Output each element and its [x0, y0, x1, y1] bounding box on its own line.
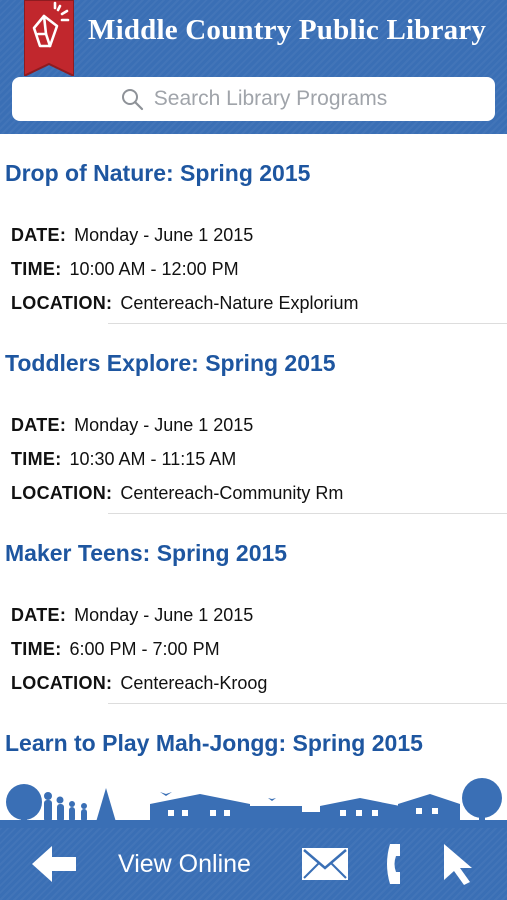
- program-title[interactable]: Toddlers Explore: Spring 2015: [5, 350, 336, 377]
- location-value: Centereach-Community Rm: [120, 483, 344, 503]
- program-title[interactable]: Maker Teens: Spring 2015: [5, 540, 287, 567]
- time-value: 10:30 AM - 11:15 AM: [69, 449, 237, 469]
- location-value: Centereach-Kroog: [120, 673, 268, 693]
- search-icon: [121, 89, 143, 111]
- program-title[interactable]: Learn to Play Mah-Jongg: Spring 2015: [5, 730, 423, 757]
- program-location-row: LOCATION: Centereach-Community Rm: [11, 483, 343, 504]
- back-arrow-icon[interactable]: [30, 844, 78, 884]
- program-date-row: DATE: Monday - June 1 2015: [11, 415, 253, 436]
- location-label: LOCATION:: [11, 673, 113, 693]
- pointer-icon[interactable]: [440, 842, 476, 886]
- bottom-toolbar: View Online: [0, 828, 507, 900]
- view-online-button[interactable]: View Online: [118, 850, 251, 879]
- program-time-row: TIME: 10:30 AM - 11:15 AM: [11, 449, 236, 470]
- program-item[interactable]: Maker Teens: Spring 2015 DATE: Monday - J…: [0, 514, 507, 704]
- time-label: TIME:: [11, 259, 62, 279]
- program-location-row: LOCATION: Centereach-Kroog: [11, 673, 267, 694]
- date-value: Monday - June 1 2015: [74, 415, 254, 435]
- date-label: DATE:: [11, 225, 67, 245]
- community-silhouette-illustration: [0, 778, 507, 828]
- app-title: Middle Country Public Library: [88, 14, 487, 46]
- time-value: 10:00 AM - 12:00 PM: [69, 259, 239, 279]
- location-label: LOCATION:: [11, 483, 113, 503]
- phone-icon[interactable]: [384, 842, 410, 886]
- program-time-row: TIME: 10:00 AM - 12:00 PM: [11, 259, 239, 280]
- library-logo-icon[interactable]: [24, 0, 74, 76]
- location-value: Centereach-Nature Explorium: [120, 293, 359, 313]
- program-location-row: LOCATION: Centereach-Nature Explorium: [11, 293, 358, 314]
- mail-icon[interactable]: [300, 844, 350, 884]
- program-item[interactable]: Drop of Nature: Spring 2015 DATE: Monday …: [0, 134, 507, 324]
- date-label: DATE:: [11, 605, 67, 625]
- time-label: TIME:: [11, 449, 62, 469]
- date-value: Monday - June 1 2015: [74, 225, 254, 245]
- search-input[interactable]: Search Library Programs: [154, 87, 387, 111]
- app-header: Middle Country Public Library Search Lib…: [0, 0, 507, 134]
- program-date-row: DATE: Monday - June 1 2015: [11, 605, 253, 626]
- search-bar[interactable]: Search Library Programs: [12, 77, 495, 121]
- time-label: TIME:: [11, 639, 62, 659]
- program-time-row: TIME: 6:00 PM - 7:00 PM: [11, 639, 220, 660]
- location-label: LOCATION:: [11, 293, 113, 313]
- program-title[interactable]: Drop of Nature: Spring 2015: [5, 160, 310, 187]
- date-value: Monday - June 1 2015: [74, 605, 254, 625]
- date-label: DATE:: [11, 415, 67, 435]
- time-value: 6:00 PM - 7:00 PM: [69, 639, 220, 659]
- program-item[interactable]: Toddlers Explore: Spring 2015 DATE: Monda…: [0, 324, 507, 514]
- program-date-row: DATE: Monday - June 1 2015: [11, 225, 253, 246]
